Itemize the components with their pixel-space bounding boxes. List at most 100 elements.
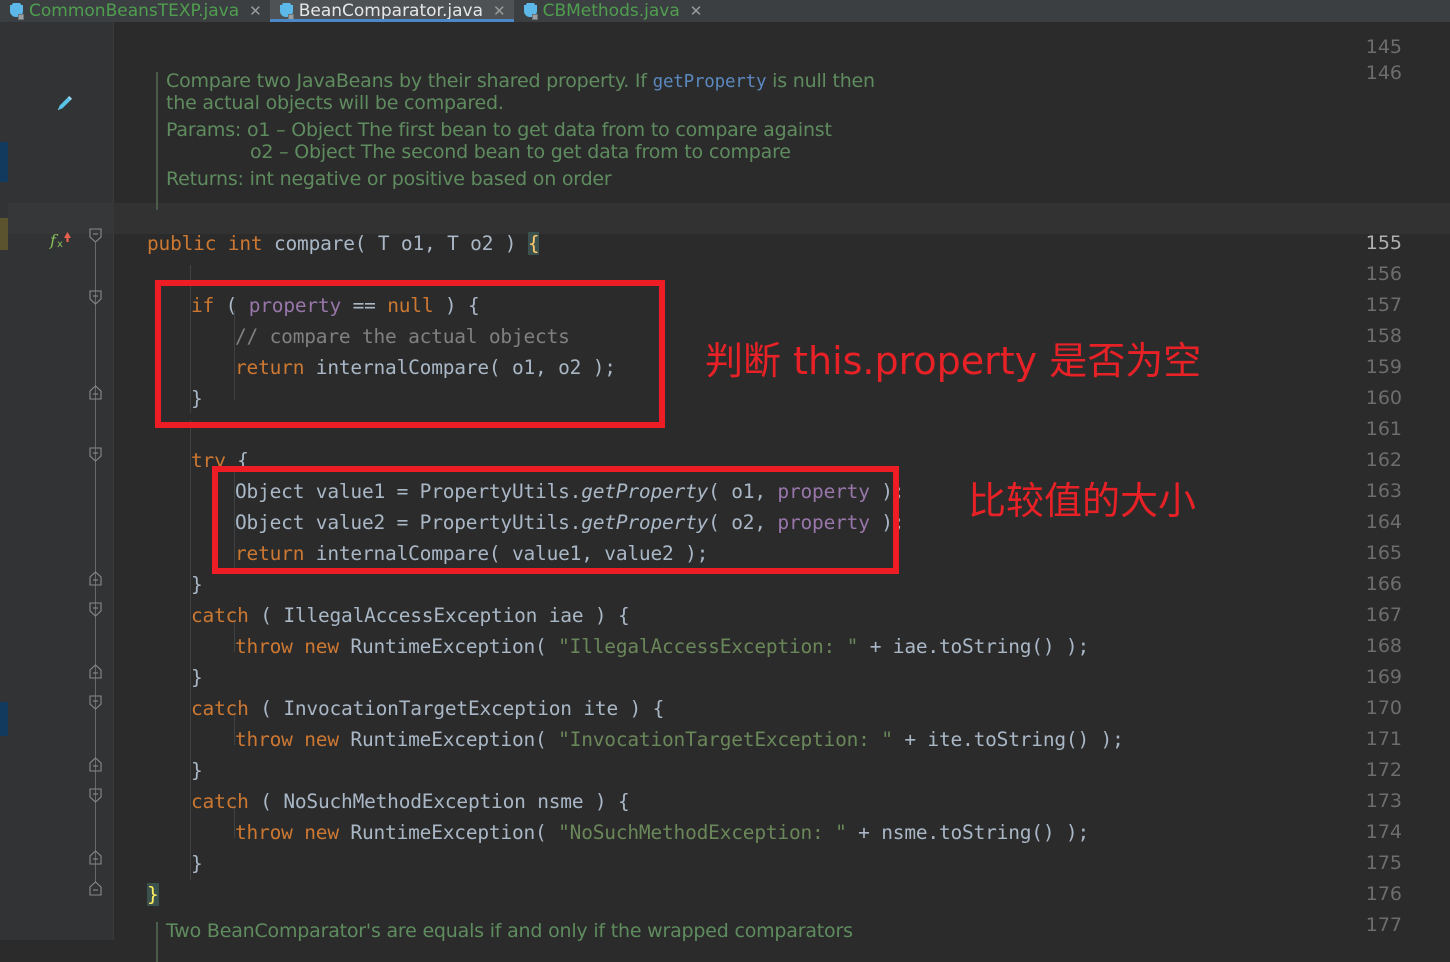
code-line-173[interactable]: catch ( NoSuchMethodException nsme ) { (191, 786, 630, 817)
tab-label: CBMethods.java (542, 1, 680, 21)
code-token: int (227, 232, 274, 255)
code-token: + iae.toString() ); (858, 635, 1089, 658)
fold-marker-collapse[interactable] (88, 447, 103, 462)
code-token: ( InvocationTargetException ite ) { (248, 697, 665, 720)
code-token: RuntimeException( (338, 635, 559, 658)
code-line-155[interactable]: public int compare( T o1, T o2 ) { (147, 228, 540, 259)
fold-marker-collapse[interactable] (88, 695, 103, 710)
fold-marker-collapse[interactable] (88, 290, 103, 305)
code-token: throw (235, 635, 293, 658)
code-line-157[interactable]: if ( property == null ) { (191, 290, 480, 321)
code-line-165[interactable]: return internalCompare( value1, value2 )… (235, 538, 708, 569)
code-token: value2 = PropertyUtils. (304, 511, 582, 534)
code-token: try (191, 449, 226, 472)
code-token: property (777, 480, 870, 503)
tab-common-beans-texp[interactable]: CommonBeansTEXP.java ✕ (0, 0, 270, 22)
code-token: ( o1, (708, 480, 778, 503)
tab-label: CommonBeansTEXP.java (29, 1, 240, 21)
code-line-169[interactable]: } (191, 662, 203, 693)
code-token: "InvocationTargetException: " (558, 728, 893, 751)
code-editor[interactable]: 145 146 155 156 157 158 159 160 161 162 163 164 165 1… (0, 22, 1450, 962)
javadoc-line-3: Params: o1 – Object The first bean to ge… (166, 119, 832, 141)
code-text-area[interactable]: Compare two JavaBeans by their shared pr… (114, 22, 1450, 962)
fold-marker-expand[interactable] (88, 850, 103, 865)
code-token: ( (354, 232, 378, 255)
fold-marker-expand[interactable] (88, 385, 103, 400)
code-token: if (191, 294, 215, 317)
close-icon[interactable]: ✕ (690, 0, 703, 22)
javadoc-code-getproperty: getProperty (652, 72, 767, 92)
tab-label: BeanComparator.java (298, 1, 483, 21)
code-token: catch (191, 604, 249, 627)
code-line-175[interactable]: } (191, 848, 203, 879)
code-line-162[interactable]: try { (191, 445, 249, 476)
code-token: Object (235, 511, 305, 534)
code-token: catch (191, 697, 249, 720)
code-line-160[interactable]: } (191, 383, 203, 414)
fold-marker-expand[interactable] (88, 571, 103, 586)
javadoc-line-2: the actual objects will be compared. (166, 92, 504, 114)
fold-marker-expand[interactable] (88, 757, 103, 772)
annotation-text: 比较值的大小 (968, 479, 1197, 523)
code-token: } (191, 852, 203, 875)
method-override-icon[interactable]: ƒ x (47, 228, 71, 250)
code-token: T (447, 232, 459, 255)
javadoc-line-1: Compare two JavaBeans by their shared pr… (166, 70, 875, 93)
code-line-159[interactable]: return internalCompare( o1, o2 ); (235, 352, 616, 383)
code-token: RuntimeException( (338, 821, 559, 844)
javadoc-left-bar (156, 72, 158, 210)
code-token: throw (235, 821, 293, 844)
code-token: } (147, 883, 159, 906)
fold-marker-collapse[interactable] (88, 228, 103, 243)
code-token: compare (273, 232, 355, 255)
code-token: ); (869, 480, 905, 503)
vcs-mark-warning (0, 218, 8, 250)
code-token: ( o2, (708, 511, 778, 534)
code-line-166[interactable]: } (191, 569, 203, 600)
code-token: { (527, 232, 540, 255)
code-token: null (387, 294, 434, 317)
code-token: ); (869, 511, 905, 534)
code-token: new (304, 728, 339, 751)
tab-cb-methods[interactable]: CBMethods.java ✕ (514, 0, 711, 22)
fold-marker-collapse[interactable] (88, 602, 103, 617)
code-token: o1, (389, 232, 448, 255)
fold-marker-collapse[interactable] (88, 788, 103, 803)
fold-marker-expand[interactable] (88, 664, 103, 679)
code-token: return (235, 542, 305, 565)
code-token: public (147, 232, 228, 255)
code-line-158[interactable]: // compare the actual objects (235, 321, 570, 352)
javadoc-left-bar (156, 922, 158, 962)
code-line-174[interactable]: throw new RuntimeException( "NoSuchMetho… (235, 817, 1089, 848)
code-folding-column[interactable] (86, 22, 106, 940)
code-token: } (191, 573, 203, 596)
code-token: value1 = PropertyUtils. (304, 480, 582, 503)
javadoc-text-b: is null then (766, 70, 875, 92)
tab-bean-comparator[interactable]: BeanComparator.java ✕ (269, 0, 514, 22)
code-line-171[interactable]: throw new RuntimeException( "InvocationT… (235, 724, 1124, 755)
fold-marker-expand[interactable] (88, 881, 103, 896)
code-token: ( (214, 294, 249, 317)
code-line-176[interactable]: } (147, 879, 159, 910)
code-token: o2 ) (458, 232, 528, 255)
code-token: T (377, 232, 390, 255)
close-icon[interactable]: ✕ (249, 0, 262, 22)
code-token: { (225, 449, 249, 472)
javadoc-bottom-line-1: Two BeanComparator's are equals if and o… (166, 920, 853, 942)
code-token: ( NoSuchMethodException nsme ) { (248, 790, 630, 813)
code-line-163[interactable]: Object value1 = PropertyUtils.getPropert… (235, 476, 905, 507)
code-token: throw (235, 728, 293, 751)
code-line-170[interactable]: catch ( InvocationTargetException ite ) … (191, 693, 664, 724)
code-line-167[interactable]: catch ( IllegalAccessException iae ) { (191, 600, 630, 631)
code-line-168[interactable]: throw new RuntimeException( "IllegalAcce… (235, 631, 1089, 662)
code-line-172[interactable]: } (191, 755, 203, 786)
code-token: + ite.toString() ); (892, 728, 1124, 751)
close-icon[interactable]: ✕ (493, 0, 506, 22)
editor-tab-bar: CommonBeansTEXP.java ✕ BeanComparator.ja… (0, 0, 1450, 22)
code-line-164[interactable]: Object value2 = PropertyUtils.getPropert… (235, 507, 905, 538)
vcs-change-stripe[interactable] (0, 22, 8, 940)
pencil-icon[interactable] (54, 94, 74, 114)
code-token: return (235, 356, 305, 379)
